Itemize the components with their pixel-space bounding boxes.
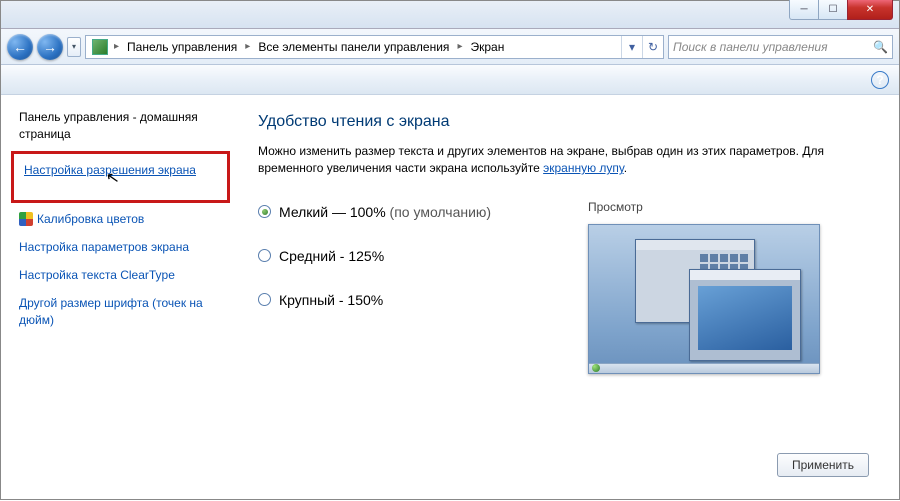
radio-icon: [258, 249, 271, 262]
shield-icon: [19, 212, 33, 226]
sidebar-home-link[interactable]: Панель управления - домашняя страница: [19, 109, 226, 143]
footer: Применить: [258, 445, 869, 491]
sidebar-link-calibration[interactable]: Калибровка цветов: [19, 211, 226, 227]
forward-button[interactable]: →: [37, 34, 63, 60]
back-button[interactable]: ←: [7, 34, 33, 60]
minimize-button[interactable]: ─: [789, 0, 819, 20]
preview-label: Просмотр: [588, 200, 869, 214]
close-button[interactable]: ✕: [847, 0, 893, 20]
maximize-button[interactable]: ☐: [818, 0, 848, 20]
breadcrumb-control-panel[interactable]: Панель управления: [121, 40, 243, 54]
breadcrumb-separator: ▸: [455, 41, 464, 52]
breadcrumb-display[interactable]: Экран: [464, 40, 510, 54]
preview-column: Просмотр: [588, 200, 869, 374]
search-icon: 🔍: [873, 40, 888, 54]
apply-button[interactable]: Применить: [777, 453, 869, 477]
radio-icon: [258, 293, 271, 306]
page-title: Удобство чтения с экрана: [258, 113, 869, 131]
search-input[interactable]: Поиск в панели управления 🔍: [668, 35, 893, 59]
address-bar[interactable]: ▸ Панель управления ▸ Все элементы панел…: [85, 35, 664, 59]
breadcrumb-all-items[interactable]: Все элементы панели управления: [252, 40, 455, 54]
breadcrumb-separator: ▸: [243, 41, 252, 52]
history-dropdown[interactable]: ▾: [67, 37, 81, 57]
preview-image: [588, 224, 820, 374]
desc-text: .: [624, 161, 627, 175]
size-options: Мелкий — 100% (по умолчанию) Средний - 1…: [258, 200, 548, 308]
preview-taskbar-icon: [589, 363, 819, 373]
sidebar: Панель управления - домашняя страница На…: [1, 95, 236, 501]
search-placeholder: Поиск в панели управления: [673, 40, 828, 54]
sidebar-link-label: Настройка текста ClearType: [19, 267, 175, 283]
sidebar-link-label: Другой размер шрифта (точек на дюйм): [19, 295, 226, 327]
option-small[interactable]: Мелкий — 100% (по умолчанию): [258, 204, 548, 220]
preview-window-icon: [689, 269, 801, 361]
address-dropdown-icon[interactable]: ▾: [624, 39, 640, 55]
sidebar-link-cleartype[interactable]: Настройка текста ClearType: [19, 267, 226, 283]
option-label: Мелкий — 100%: [279, 204, 386, 220]
desc-text: Можно изменить размер текста и других эл…: [258, 144, 824, 175]
navigation-bar: ← → ▾ ▸ Панель управления ▸ Все элементы…: [1, 29, 899, 65]
preview-start-icon: [592, 364, 600, 372]
option-label: Крупный - 150%: [279, 292, 383, 308]
toolbar: ?: [1, 65, 899, 95]
window-controls: ─ ☐ ✕: [790, 0, 893, 20]
option-hint: (по умолчанию): [386, 204, 491, 220]
option-label: Средний - 125%: [279, 248, 384, 264]
control-panel-icon: [92, 39, 108, 55]
sidebar-link-params[interactable]: Настройка параметров экрана: [19, 239, 226, 255]
page-description: Можно изменить размер текста и других эл…: [258, 143, 869, 178]
refresh-icon[interactable]: ↻: [645, 39, 661, 55]
option-large[interactable]: Крупный - 150%: [258, 292, 548, 308]
help-icon[interactable]: ?: [871, 71, 889, 89]
sidebar-link-resolution[interactable]: Настройка разрешения экрана: [24, 162, 217, 178]
sidebar-link-label: Калибровка цветов: [37, 211, 144, 227]
magnifier-link[interactable]: экранную лупу: [543, 161, 624, 175]
radio-icon: [258, 205, 271, 218]
window-titlebar: ─ ☐ ✕: [1, 1, 899, 29]
highlight-box: Настройка разрешения экрана ↖: [11, 151, 230, 203]
main-content: Удобство чтения с экрана Можно изменить …: [236, 95, 899, 501]
option-medium[interactable]: Средний - 125%: [258, 248, 548, 264]
sidebar-link-dpi[interactable]: Другой размер шрифта (точек на дюйм): [19, 295, 226, 327]
breadcrumb-separator: ▸: [112, 41, 121, 52]
sidebar-link-label: Настройка параметров экрана: [19, 239, 189, 255]
